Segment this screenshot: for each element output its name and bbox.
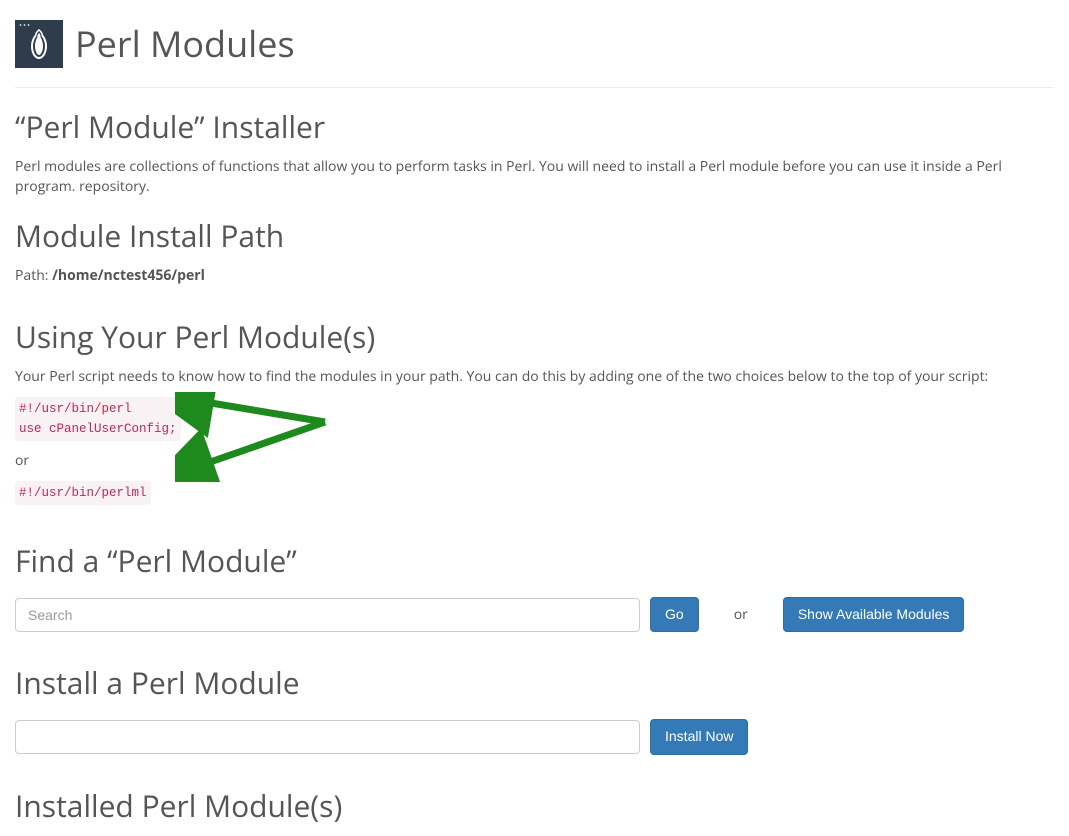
install-path-value: /home/nctest456/perl [52, 266, 205, 285]
code-block-1: #!/usr/bin/perl use cPanelUserConfig; [15, 397, 181, 441]
show-available-button[interactable]: Show Available Modules [783, 597, 965, 633]
code-block-2-wrap: #!/usr/bin/perlml [15, 481, 1054, 505]
find-form-row: Go or Show Available Modules [15, 597, 1054, 633]
installer-heading: “Perl Module” Installer [15, 106, 1054, 149]
perl-onion-icon: ••• [15, 20, 63, 68]
page-title-text: Perl Modules [75, 18, 295, 69]
install-path-line: Path: /home/nctest456/perl [15, 266, 1054, 286]
code-block-1-wrap: #!/usr/bin/perl use cPanelUserConfig; [15, 397, 1054, 441]
install-heading: Install a Perl Module [15, 662, 1054, 705]
install-form-row: Install Now [15, 719, 1054, 755]
install-now-button[interactable]: Install Now [650, 719, 748, 755]
search-input[interactable] [15, 598, 640, 632]
install-path-heading: Module Install Path [15, 215, 1054, 258]
find-or: or [734, 605, 748, 625]
go-button[interactable]: Go [650, 597, 699, 633]
installed-heading: Installed Perl Module(s) [15, 785, 1054, 828]
using-heading: Using Your Perl Module(s) [15, 316, 1054, 359]
using-description: Your Perl script needs to know how to fi… [15, 367, 1054, 387]
installer-description: Perl modules are collections of function… [15, 157, 1054, 197]
install-input[interactable] [15, 720, 640, 754]
find-heading: Find a “Perl Module” [15, 540, 1054, 583]
using-or: or [15, 451, 1054, 471]
page-title: ••• Perl Modules [15, 0, 1054, 88]
install-path-label: Path: [15, 266, 52, 285]
code-block-2: #!/usr/bin/perlml [15, 481, 151, 505]
code-section: #!/usr/bin/perl use cPanelUserConfig; or… [15, 397, 1054, 505]
